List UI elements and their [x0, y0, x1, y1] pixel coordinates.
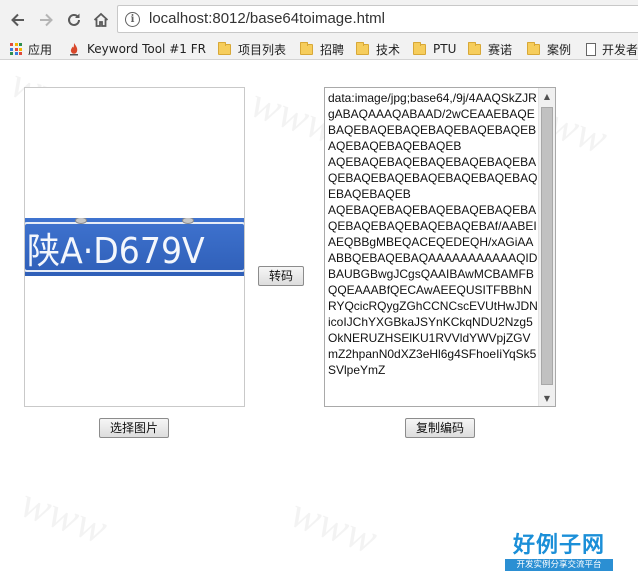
bookmark-label: 案例: [547, 42, 572, 57]
bookmark-apps[interactable]: 应用: [10, 41, 52, 57]
bookmark-label: 赛诺: [488, 42, 513, 57]
select-image-button[interactable]: 选择图片: [99, 418, 170, 438]
apps-grid-icon: [10, 43, 22, 55]
bookmark-label: 开发者: [602, 42, 638, 57]
bookmark-cases[interactable]: 案例: [527, 41, 571, 57]
image-preview: 陕A·D679V: [24, 87, 245, 407]
bookmarks-bar: 应用 Keyword Tool #1 FR 项目列表 招聘 技术 PTU 赛诺 …: [0, 38, 638, 60]
folder-icon: [356, 41, 369, 55]
folder-icon: [413, 41, 426, 55]
info-icon[interactable]: i: [125, 12, 140, 27]
url-text: localhost:8012/base64toimage.html: [149, 10, 385, 27]
folder-icon: [300, 41, 313, 55]
bookmark-label: 项目列表: [238, 42, 287, 57]
keyword-tool-icon: [70, 43, 78, 56]
base64-text: data:image/jpg;base64,/9j/4AAQSkZJRgABAQ…: [328, 91, 538, 377]
bookmark-ptu[interactable]: PTU: [413, 41, 456, 57]
bookmark-tech[interactable]: 技术: [356, 41, 400, 57]
watermark: www: [14, 477, 114, 554]
browser-toolbar: i localhost:8012/base64toimage.html: [0, 0, 638, 38]
bookmark-sainuo[interactable]: 赛诺: [468, 41, 512, 57]
site-logo: 好例子网 开发实例分享交流平台: [505, 531, 613, 579]
reload-icon[interactable]: [62, 8, 86, 32]
page-icon: [586, 42, 596, 56]
logo-slogan: 开发实例分享交流平台: [505, 559, 613, 571]
forward-arrow-icon[interactable]: [34, 8, 58, 32]
folder-icon: [218, 41, 231, 55]
bookmark-label: 招聘: [320, 42, 345, 57]
bookmark-developer[interactable]: 开发者: [586, 41, 638, 57]
back-arrow-icon[interactable]: [6, 8, 30, 32]
bookmark-label: 技术: [376, 42, 401, 57]
bookmark-label: Keyword Tool #1 FR: [87, 42, 206, 56]
watermark: www: [284, 487, 384, 564]
folder-icon: [527, 41, 540, 55]
plate-text: 陕A·D679V: [27, 231, 205, 272]
scroll-up-arrow-icon[interactable]: ▲: [539, 88, 555, 104]
bookmark-project-list[interactable]: 项目列表: [218, 41, 286, 57]
textarea-scrollbar[interactable]: ▲ ▼: [538, 88, 555, 406]
bookmark-recruit[interactable]: 招聘: [300, 41, 344, 57]
bookmark-label: 应用: [28, 42, 53, 57]
bookmark-keyword-tool[interactable]: Keyword Tool #1 FR: [67, 41, 206, 57]
base64-output-textarea[interactable]: data:image/jpg;base64,/9j/4AAQSkZJRgABAQ…: [324, 87, 556, 407]
convert-button[interactable]: 转码: [258, 266, 305, 286]
copy-code-button[interactable]: 复制编码: [405, 418, 476, 438]
address-bar[interactable]: i localhost:8012/base64toimage.html: [117, 5, 638, 33]
home-icon[interactable]: [89, 8, 113, 32]
logo-mark: 好例子网: [512, 532, 605, 558]
scrollbar-thumb[interactable]: [541, 107, 553, 385]
folder-icon: [468, 41, 481, 55]
license-plate-image: 陕A·D679V: [25, 218, 244, 276]
bookmark-label: PTU: [433, 42, 457, 56]
scroll-down-arrow-icon[interactable]: ▼: [539, 390, 555, 406]
